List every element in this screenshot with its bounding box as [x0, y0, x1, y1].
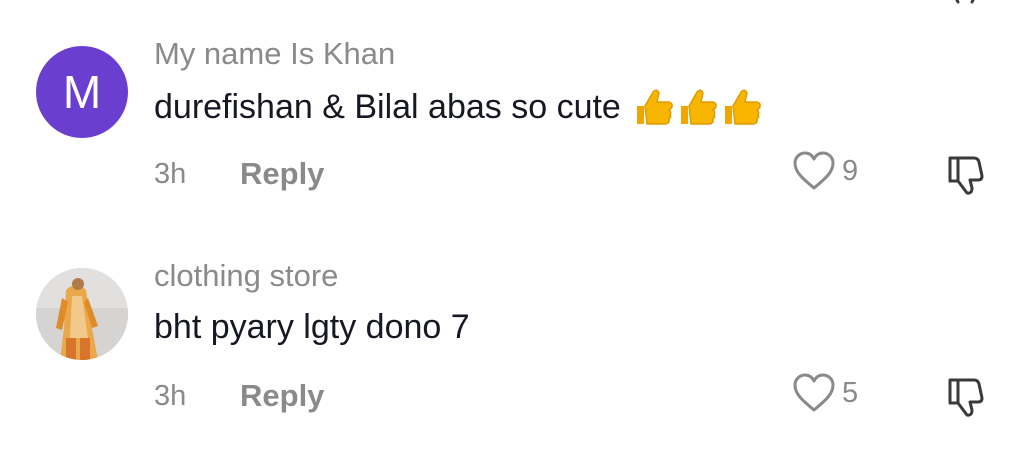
avatar-photo-icon [36, 268, 128, 360]
thumbs-up-emoji-icon [724, 89, 761, 125]
reply-button[interactable]: Reply [240, 378, 324, 414]
avatar[interactable] [36, 268, 128, 360]
comment-timestamp: 3h [154, 379, 187, 412]
heart-outline-icon [793, 151, 835, 190]
comment-username[interactable]: clothing store [154, 258, 338, 294]
thumbs-up-emoji-icon [680, 89, 717, 125]
like-button[interactable]: 5 [792, 372, 858, 414]
comment-meta: 3h Reply [154, 156, 324, 192]
comment-text-row: durefishan & Bilal abas so cute [154, 86, 763, 128]
like-count: 9 [842, 154, 859, 187]
thumbs-down-outline-icon[interactable] [944, 374, 990, 420]
comment-text: bht pyary lgty dono 7 [154, 308, 470, 346]
reply-button[interactable]: Reply [240, 156, 324, 192]
comments-panel: M My name Is Khan durefishan & Bilal aba… [0, 0, 1024, 455]
comment-timestamp: 3h [154, 157, 187, 190]
comment-meta: 3h Reply [154, 378, 324, 414]
comment-username[interactable]: My name Is Khan [154, 36, 395, 72]
comment-text-row: bht pyary lgty dono 7 [154, 308, 470, 347]
avatar-initial: M [62, 66, 102, 118]
like-count: 5 [842, 376, 859, 409]
thumbs-down-outline-icon[interactable] [944, 152, 990, 198]
heart-outline-icon [793, 373, 835, 412]
comment-item: M My name Is Khan durefishan & Bilal aba… [0, 0, 1024, 200]
avatar[interactable]: M [36, 46, 128, 138]
like-button[interactable]: 9 [792, 150, 858, 192]
comment-item: clothing store bht pyary lgty dono 7 3h … [0, 222, 1024, 422]
comment-text: durefishan & Bilal abas so cute [154, 87, 621, 126]
emoji-group [633, 86, 763, 128]
thumbs-up-emoji-icon [636, 89, 673, 125]
